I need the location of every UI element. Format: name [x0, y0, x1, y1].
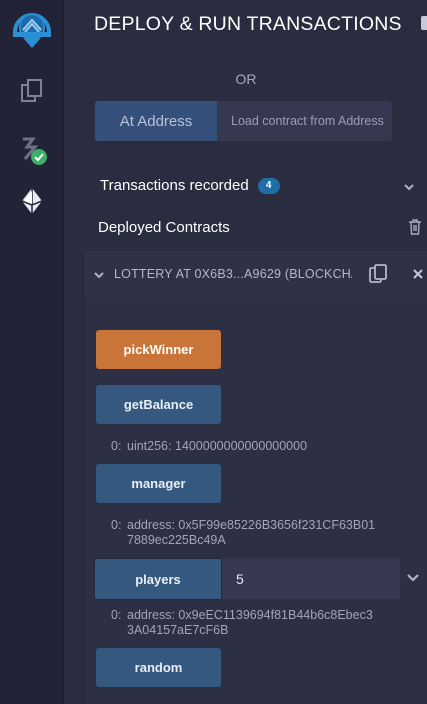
copy-icon[interactable]: [369, 264, 387, 284]
output-value: uint256: 1400000000000000000: [127, 439, 308, 453]
or-separator: OR: [235, 71, 257, 87]
ethereum-deploy-icon[interactable]: [0, 186, 64, 216]
players-button[interactable]: players: [94, 558, 222, 600]
output-value: address: 0x9eEC1139694f81B44b6c8Ebec3 3A…: [127, 608, 373, 637]
deploy-panel: DEPLOY & RUN TRANSACTIONS OR At Address …: [65, 0, 427, 704]
getbalance-button[interactable]: getBalance: [96, 385, 221, 424]
load-address-input[interactable]: [217, 101, 392, 141]
output-value: address: 0x5F99e85226B3656f231CF63B01 78…: [127, 518, 376, 547]
deployed-contract-card: LOTTERY AT 0X6B3...A9629 (BLOCKCHAIN) pi…: [83, 251, 427, 704]
at-address-button[interactable]: At Address: [95, 101, 217, 141]
trash-icon[interactable]: [408, 219, 422, 235]
hamburger-icon[interactable]: [421, 16, 427, 30]
transactions-label: Transactions recorded: [100, 177, 249, 194]
file-explorer-icon[interactable]: [0, 78, 64, 104]
output-index: 0:: [111, 439, 122, 453]
contract-header[interactable]: LOTTERY AT 0X6B3...A9629 (BLOCKCHAIN): [84, 251, 427, 297]
transactions-recorded[interactable]: Transactions recorded 4: [100, 177, 280, 194]
icon-rail: [0, 0, 64, 704]
players-index-input[interactable]: [222, 558, 400, 599]
transactions-count-badge: 4: [257, 177, 280, 194]
chevron-down-icon[interactable]: [403, 182, 415, 192]
panel-title: DEPLOY & RUN TRANSACTIONS: [94, 13, 402, 35]
contract-title: LOTTERY AT 0X6B3...A9629 (BLOCKCHAIN): [114, 267, 352, 281]
chevron-down-icon[interactable]: [93, 270, 105, 280]
chevron-down-icon[interactable]: [406, 572, 420, 584]
manager-button[interactable]: manager: [96, 464, 221, 503]
output-index: 0:: [111, 608, 122, 622]
at-address-row: At Address: [95, 101, 392, 141]
pickwinner-button[interactable]: pickWinner: [96, 330, 221, 369]
output-index: 0:: [111, 518, 122, 532]
random-button[interactable]: random: [96, 648, 221, 687]
remix-logo-icon[interactable]: [0, 6, 64, 52]
deployed-contracts-label: Deployed Contracts: [98, 219, 230, 236]
close-icon[interactable]: [412, 268, 424, 280]
compiler-check-icon[interactable]: [0, 133, 64, 167]
